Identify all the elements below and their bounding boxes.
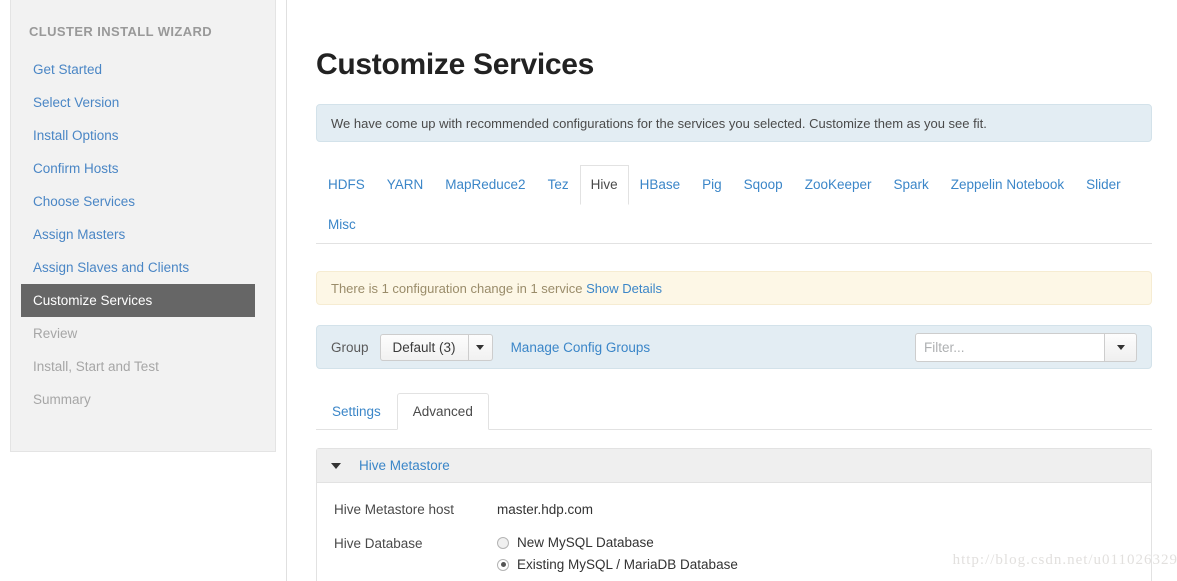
radio-checked-icon[interactable] [497,558,509,571]
chevron-down-icon [1116,344,1125,350]
service-tab-hive[interactable]: Hive [579,165,629,205]
config-accordion: Hive Metastore Hive Metastore host master… [316,448,1152,581]
service-tab-hbase[interactable]: HBase [629,165,692,205]
page-title: Customize Services [316,48,595,81]
service-tab-sqoop[interactable]: Sqoop [733,165,794,205]
service-tab-zookeeper[interactable]: ZooKeeper [794,165,883,205]
group-select-caret[interactable] [468,333,493,361]
sidebar-item-select-version[interactable]: Select Version [11,86,275,119]
service-tab-yarn[interactable]: YARN [376,165,435,205]
group-select-value[interactable]: Default (3) [379,333,469,361]
sidebar-item-install-start-and-test: Install, Start and Test [33,359,159,374]
service-tab-tez[interactable]: Tez [537,165,580,205]
config-value-text: master.hdp.com [497,502,594,517]
config-tab-settings[interactable]: Settings [316,393,397,430]
radio-option-label: Existing MySQL / MariaDB Database [517,557,738,572]
sidebar-item-get-started[interactable]: Get Started [11,53,275,86]
accordion-body: Hive Metastore host master.hdp.com Hive Da… [317,483,1151,581]
caret-down-icon [331,462,341,469]
chevron-down-icon [476,344,485,350]
filter-control [915,332,1137,362]
radio-group: New MySQL Database Existing MySQL / Maria… [497,535,738,581]
show-details-link[interactable]: Show Details [586,281,662,296]
config-tab-advanced[interactable]: Advanced [396,393,489,430]
service-tab-zeppelin-notebook[interactable]: Zeppelin Notebook [940,165,1075,205]
radio-unchecked-icon[interactable] [497,536,509,549]
sidebar-item-choose-services[interactable]: Choose Services [11,185,275,218]
config-row-label: Hive Database [334,536,423,551]
accordion-header-label: Hive Metastore [359,458,450,473]
install-wizard-panel: CLUSTER INSTALL WIZARD Get Started Select… [10,0,276,452]
wizard-title: CLUSTER INSTALL WIZARD [29,24,213,39]
wizard-step-list: Get Started Select Version Install Options… [11,53,275,416]
manage-config-groups-link[interactable]: Manage Config Groups [511,340,651,355]
config-row: Hive Metastore host master.hdp.com [317,501,1151,519]
accordion-header-hive-metastore[interactable]: Hive Metastore [317,449,1151,483]
config-group-bar: Group Default (3) Manage Config Groups [316,325,1152,369]
filter-dropdown-button[interactable] [1105,332,1137,362]
service-tabs: HDFS YARN MapReduce2 Tez Hive HBase Pig Sqoop Zo… [316,164,1152,244]
config-change-banner: There is 1 configuration change in 1 ser… [316,271,1152,305]
filter-input[interactable] [915,332,1105,362]
main-content: Customize Services We have come up with … [287,0,1177,581]
group-label: Group [331,339,369,355]
service-tab-mapreduce2[interactable]: MapReduce2 [434,165,536,205]
service-tab-pig[interactable]: Pig [691,165,733,205]
sidebar-item-summary: Summary [33,392,91,407]
service-tab-spark[interactable]: Spark [883,165,940,205]
service-tab-hdfs[interactable]: HDFS [317,165,376,205]
sidebar-item-assign-slaves-and-clients[interactable]: Assign Slaves and Clients [11,251,275,284]
radio-option[interactable]: Existing MySQL / MariaDB Database [497,557,738,572]
radio-option[interactable]: New MySQL Database [497,535,738,550]
service-tab-misc[interactable]: Misc [317,205,367,244]
config-change-text: There is 1 configuration change in 1 ser… [331,281,583,296]
sidebar-item-confirm-hosts[interactable]: Confirm Hosts [11,152,275,185]
service-tabs-row: HDFS YARN MapReduce2 Tez Hive HBase Pig Sqoop Zo… [317,164,1152,243]
customize-services-page: CLUSTER INSTALL WIZARD Get Started Select… [0,0,1177,581]
sidebar-item-install-options[interactable]: Install Options [11,119,275,152]
sidebar-item-customize-services[interactable]: Customize Services [21,284,255,317]
info-banner: We have come up with recommended configu… [316,104,1152,142]
sidebar-item-review: Review [33,326,78,341]
group-select[interactable]: Default (3) [379,333,493,361]
service-tab-slider[interactable]: Slider [1075,165,1132,205]
config-row-label: Hive Metastore host [334,502,455,517]
sidebar-item-assign-masters[interactable]: Assign Masters [11,218,275,251]
config-row: Hive Database New MySQL Database Existing … [317,535,1151,581]
radio-option-label: New MySQL Database [517,535,654,550]
config-tabs: Settings Advanced [316,392,1152,430]
sidebar: CLUSTER INSTALL WIZARD Get Started Select… [0,0,287,581]
